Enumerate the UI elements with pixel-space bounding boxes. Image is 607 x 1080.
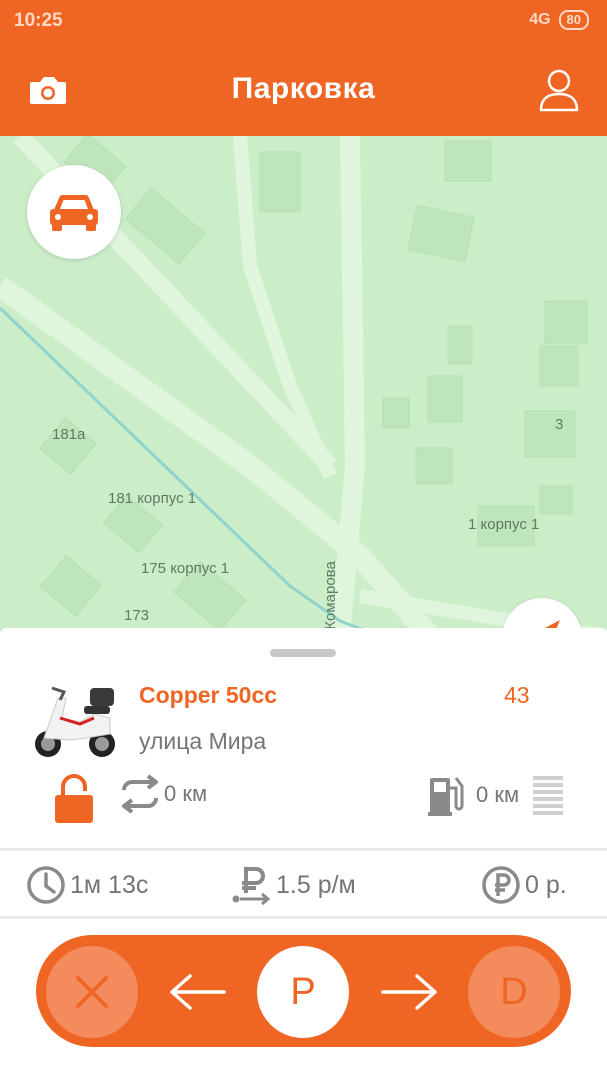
park-button[interactable]: P (257, 946, 349, 1038)
street-label: ул. Комарова (322, 561, 339, 636)
ruble-rate-icon (232, 867, 271, 905)
vehicle-address: улица Мира (139, 728, 267, 754)
car-button[interactable] (27, 165, 121, 259)
rate-stat: 1.5 р/м (230, 865, 356, 905)
car-icon (50, 194, 98, 231)
distance-value: 0 км (164, 781, 208, 806)
status-time: 10:25 (14, 10, 63, 31)
close-icon (76, 976, 108, 1008)
status-bar: 10:25 4G 80 (0, 0, 607, 42)
rate-value: 1.5 р/м (276, 870, 356, 899)
lock-open-icon (55, 774, 93, 823)
route-arrows-icon (122, 774, 158, 814)
profile-button[interactable] (537, 66, 581, 114)
vehicle-number: 43 (504, 682, 530, 708)
network-label: 4G (529, 11, 551, 28)
scooter-image (35, 686, 115, 757)
user-icon (539, 69, 579, 112)
status-indicators: 4G 80 (529, 10, 589, 30)
gear-control-bar: P D (36, 935, 571, 1047)
divider (0, 916, 607, 919)
ruble-coin-icon (482, 866, 520, 904)
vehicle-panel: Copper 50cc 43 улица Мира 0 км 0 км 1м 1… (0, 628, 607, 1080)
trip-stats: 1м 13с 1.5 р/м 0 р. (0, 854, 607, 916)
fuel-info: 0 км (428, 772, 519, 818)
map-label: 181 корпус 1 (108, 490, 197, 507)
cost-value: 0 р. (525, 870, 567, 899)
clock-icon (27, 866, 65, 904)
map-label: 3 (555, 416, 564, 433)
battery-level: 80 (558, 10, 589, 30)
map-label: 181а (52, 426, 86, 443)
cancel-button[interactable] (46, 946, 138, 1038)
duration-value: 1м 13с (70, 870, 149, 899)
fuel-level-bars-icon (533, 776, 563, 815)
map-label: 1 корпус 1 (468, 516, 540, 533)
fuel-pump-icon (428, 777, 464, 816)
distance-info: 0 км (118, 772, 207, 816)
arrow-left-icon[interactable] (168, 972, 228, 1012)
vehicle-name: Copper 50cc (139, 682, 278, 708)
fuel-range-value: 0 км (476, 782, 520, 807)
duration-stat: 1м 13с (26, 865, 148, 905)
map-label: 173 (124, 607, 150, 624)
drive-button[interactable]: D (468, 946, 560, 1038)
arrow-right-icon[interactable] (379, 972, 439, 1012)
drag-handle[interactable] (270, 649, 336, 657)
lock-button[interactable] (53, 773, 95, 825)
app-bar: Парковка (0, 42, 607, 136)
divider (0, 848, 607, 851)
map-label: 175 корпус 1 (141, 560, 230, 577)
page-title: Парковка (231, 72, 376, 105)
cost-stat: 0 р. (481, 865, 567, 905)
